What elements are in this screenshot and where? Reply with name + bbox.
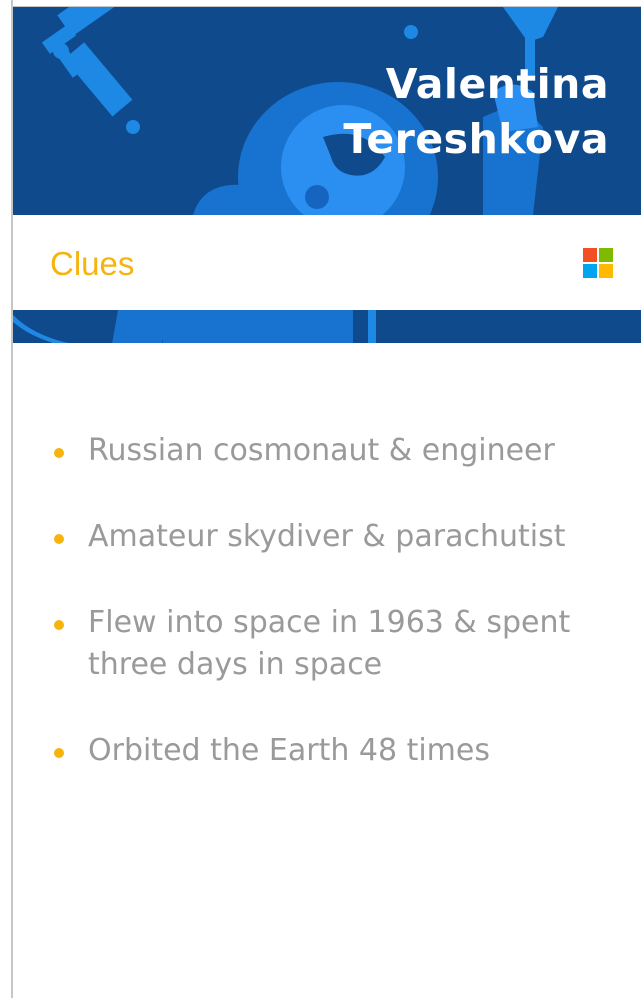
list-item: Russian cosmonaut & engineer <box>13 430 641 472</box>
clue-text: Russian cosmonaut & engineer <box>88 433 555 468</box>
list-item: Flew into space in 1963 & spent three da… <box>13 602 641 686</box>
frame-top-border <box>13 0 641 7</box>
clue-list: Russian cosmonaut & engineer Amateur sky… <box>13 430 641 816</box>
clue-text: Amateur skydiver & parachutist <box>88 519 566 554</box>
clues-heading: Clues <box>50 245 135 282</box>
hero-lower-band <box>13 310 641 343</box>
page-title: Valentina Tereshkova <box>343 57 609 167</box>
star-dot <box>404 25 418 39</box>
frame-left-border <box>0 0 13 998</box>
clue-text: Orbited the Earth 48 times <box>88 733 490 768</box>
title-line-2: Tereshkova <box>343 115 609 163</box>
bullet-dot <box>54 748 64 758</box>
title-line-1: Valentina <box>385 60 609 108</box>
space-illustration-lower <box>13 310 641 343</box>
list-item: Orbited the Earth 48 times <box>13 730 641 772</box>
star-dot <box>126 120 140 134</box>
clues-header-bar: Clues <box>13 215 641 310</box>
list-item: Amateur skydiver & parachutist <box>13 516 641 558</box>
clue-text: Flew into space in 1963 & spent three da… <box>88 605 571 682</box>
clue-card: Valentina Tereshkova Clues Russian cosmo… <box>0 0 641 998</box>
microsoft-logo-icon <box>583 248 613 278</box>
bullet-dot <box>54 620 64 630</box>
bullet-dot <box>54 534 64 544</box>
bullet-dot <box>54 448 64 458</box>
hero-banner: Valentina Tereshkova <box>13 7 641 215</box>
